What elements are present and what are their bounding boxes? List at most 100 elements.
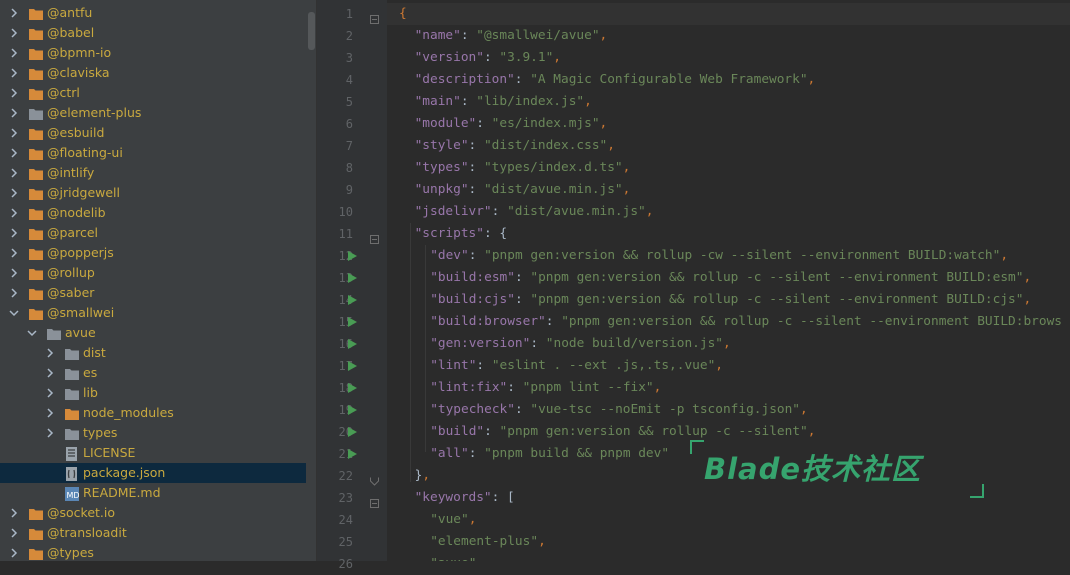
tree-item-es[interactable]: es xyxy=(0,363,306,383)
code-line[interactable]: "lint": "eslint . --ext .js,.ts,.vue", xyxy=(430,355,723,377)
tree-item-antfu[interactable]: @antfu xyxy=(0,3,306,23)
chevron-right-icon[interactable] xyxy=(8,143,20,163)
code-line[interactable]: }, xyxy=(415,465,430,487)
chevron-right-icon[interactable] xyxy=(8,243,20,263)
tree-item-babel[interactable]: @babel xyxy=(0,23,306,43)
tree-item-floating-ui[interactable]: @floating-ui xyxy=(0,143,306,163)
chevron-right-icon[interactable] xyxy=(8,23,20,43)
run-script-icon[interactable] xyxy=(348,295,357,305)
chevron-right-icon[interactable] xyxy=(8,203,20,223)
fold-collapse-icon[interactable] xyxy=(370,229,379,244)
tree-scrollbar-thumb[interactable] xyxy=(308,12,315,50)
tree-item-jridgewell[interactable]: @jridgewell xyxy=(0,183,306,203)
code-line[interactable]: "description": "A Magic Configurable Web… xyxy=(415,69,816,91)
fold-collapse-icon[interactable] xyxy=(370,493,379,508)
tree-item-lib[interactable]: lib xyxy=(0,383,306,403)
chevron-right-icon[interactable] xyxy=(44,423,56,443)
code-line[interactable]: "unpkg": "dist/avue.min.js", xyxy=(415,179,631,201)
chevron-down-icon[interactable] xyxy=(8,303,20,323)
code-line[interactable]: "main": "lib/index.js", xyxy=(415,91,592,113)
code-line[interactable]: "typecheck": "vue-tsc --noEmit -p tsconf… xyxy=(430,399,808,421)
code-line[interactable]: "module": "es/index.mjs", xyxy=(415,113,608,135)
tree-item-saber[interactable]: @saber xyxy=(0,283,306,303)
tree-item-label: @esbuild xyxy=(47,125,105,140)
tree-item-intlify[interactable]: @intlify xyxy=(0,163,306,183)
chevron-right-icon[interactable] xyxy=(44,363,56,383)
tree-item-parcel[interactable]: @parcel xyxy=(0,223,306,243)
tree-item-rollup[interactable]: @rollup xyxy=(0,263,306,283)
chevron-right-icon[interactable] xyxy=(8,123,20,143)
tree-item-package-json[interactable]: package.json xyxy=(0,463,306,483)
chevron-right-icon[interactable] xyxy=(8,543,20,561)
code-token: "@smallwei/avue" xyxy=(476,28,600,43)
tree-scrollbar[interactable] xyxy=(306,0,316,561)
run-script-icon[interactable] xyxy=(348,383,357,393)
chevron-right-icon[interactable] xyxy=(44,383,56,403)
chevron-right-icon[interactable] xyxy=(8,163,20,183)
fold-collapse-icon[interactable] xyxy=(370,9,379,24)
code-line[interactable]: "style": "dist/index.css", xyxy=(415,135,615,157)
code-token: "pnpm gen:version && rollup -c --silent" xyxy=(499,424,808,439)
tree-item-bpmn-io[interactable]: @bpmn-io xyxy=(0,43,306,63)
code-line[interactable]: { xyxy=(399,3,407,25)
tree-item-socket-io[interactable]: @socket.io xyxy=(0,503,306,523)
code-line[interactable]: "element-plus", xyxy=(430,531,546,553)
code-line[interactable]: "gen:version": "node build/version.js", xyxy=(430,333,731,355)
tree-item-dist[interactable]: dist xyxy=(0,343,306,363)
code-line[interactable]: "avue", xyxy=(430,553,484,561)
code-line[interactable]: "dev": "pnpm gen:version && rollup -cw -… xyxy=(430,245,1008,267)
run-script-icon[interactable] xyxy=(348,273,357,283)
tree-item-ctrl[interactable]: @ctrl xyxy=(0,83,306,103)
code-line[interactable]: "build:cjs": "pnpm gen:version && rollup… xyxy=(430,289,1031,311)
run-script-icon[interactable] xyxy=(348,251,357,261)
code-line[interactable]: "vue", xyxy=(430,509,476,531)
chevron-right-icon[interactable] xyxy=(8,523,20,543)
code-line[interactable]: "types": "types/index.d.ts", xyxy=(415,157,631,179)
chevron-right-icon[interactable] xyxy=(8,103,20,123)
tree-item-transloadit[interactable]: @transloadit xyxy=(0,523,306,543)
code-line[interactable]: "all": "pnpm build && pnpm dev" xyxy=(430,443,669,465)
chevron-right-icon[interactable] xyxy=(8,263,20,283)
code-line[interactable]: "build:browser": "pnpm gen:version && ro… xyxy=(430,311,1062,333)
chevron-right-icon[interactable] xyxy=(8,223,20,243)
chevron-right-icon[interactable] xyxy=(8,283,20,303)
run-script-icon[interactable] xyxy=(348,405,357,415)
tree-item-types[interactable]: @types xyxy=(0,543,306,561)
chevron-down-icon[interactable] xyxy=(26,323,38,343)
tree-item-esbuild[interactable]: @esbuild xyxy=(0,123,306,143)
tree-item-types[interactable]: types xyxy=(0,423,306,443)
run-script-icon[interactable] xyxy=(348,339,357,349)
code-line[interactable]: "version": "3.9.1", xyxy=(415,47,561,69)
chevron-right-icon[interactable] xyxy=(44,403,56,423)
chevron-right-icon[interactable] xyxy=(8,503,20,523)
tree-item-avue[interactable]: avue xyxy=(0,323,306,343)
code-token: "eslint . --ext .js,.ts,.vue" xyxy=(491,358,716,373)
tree-item-popperjs[interactable]: @popperjs xyxy=(0,243,306,263)
project-tree[interactable]: @antfu @babel @bpmn-io @claviska @ctrl @eleme… xyxy=(0,0,316,561)
tree-item-smallwei[interactable]: @smallwei xyxy=(0,303,306,323)
run-script-icon[interactable] xyxy=(348,361,357,371)
chevron-right-icon[interactable] xyxy=(8,183,20,203)
chevron-right-icon[interactable] xyxy=(8,3,20,23)
code-line[interactable]: "lint:fix": "pnpm lint --fix", xyxy=(430,377,661,399)
chevron-right-icon[interactable] xyxy=(44,343,56,363)
tree-item-node-modules[interactable]: node_modules xyxy=(0,403,306,423)
code-line[interactable]: "scripts": { xyxy=(415,223,507,245)
tree-item-nodelib[interactable]: @nodelib xyxy=(0,203,306,223)
tree-item-element-plus[interactable]: @element-plus xyxy=(0,103,306,123)
code-line[interactable]: "build:esm": "pnpm gen:version && rollup… xyxy=(430,267,1031,289)
tree-item-license[interactable]: LICENSE xyxy=(0,443,306,463)
tree-item-claviska[interactable]: @claviska xyxy=(0,63,306,83)
tree-item-readme-md[interactable]: MD README.md xyxy=(0,483,306,503)
chevron-right-icon[interactable] xyxy=(8,43,20,63)
run-script-icon[interactable] xyxy=(348,427,357,437)
code-line[interactable]: "name": "@smallwei/avue", xyxy=(415,25,608,47)
fold-end-icon[interactable] xyxy=(370,471,379,486)
code-line[interactable]: "jsdelivr": "dist/avue.min.js", xyxy=(415,201,654,223)
chevron-right-icon[interactable] xyxy=(8,83,20,103)
chevron-right-icon[interactable] xyxy=(8,63,20,83)
run-script-icon[interactable] xyxy=(348,317,357,327)
code-line[interactable]: "keywords": [ xyxy=(415,487,515,509)
tree-item-label: @intlify xyxy=(47,165,95,180)
run-script-icon[interactable] xyxy=(348,449,357,459)
